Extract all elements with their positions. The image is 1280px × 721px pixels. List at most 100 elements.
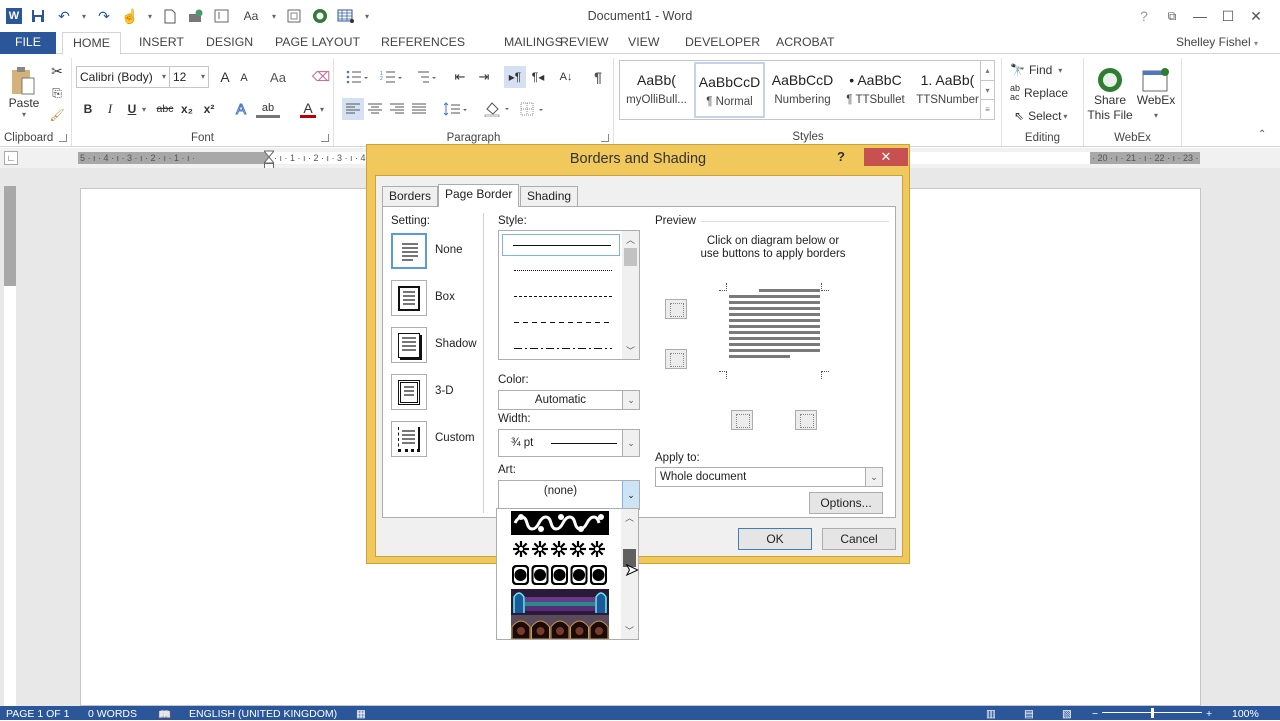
style-option-dashed-small[interactable]	[502, 286, 620, 308]
rtl-paragraph-icon[interactable]: ¶◂	[528, 68, 548, 86]
font-color-button[interactable]: A	[300, 100, 316, 118]
cancel-button[interactable]: Cancel	[822, 528, 896, 550]
style-ttsnumber[interactable]: 1. AaBb(TTSNumber	[912, 62, 983, 118]
color-select[interactable]: Automatic ⌄	[498, 390, 640, 410]
style-normal[interactable]: AaBbCcD ¶ Normal	[694, 62, 765, 118]
proofing-icon[interactable]: 📖	[158, 708, 171, 721]
options-button[interactable]: Options...	[809, 492, 883, 514]
bottom-border-button[interactable]	[665, 349, 687, 369]
indent-marker[interactable]	[262, 150, 276, 170]
ltr-paragraph-icon[interactable]: ▸¶	[504, 66, 526, 88]
setting-custom-button[interactable]	[391, 421, 427, 457]
art-option-faces-blocks[interactable]	[511, 563, 609, 587]
zoom-in-icon[interactable]: +	[1206, 708, 1212, 720]
copy-icon[interactable]: ⎘	[48, 84, 66, 102]
tab-page-border[interactable]: Page Border	[438, 184, 520, 207]
select-button[interactable]: ⇖ Select ▾	[1014, 106, 1082, 126]
style-option-solid[interactable]	[502, 234, 620, 256]
language[interactable]: ENGLISH (UNITED KINGDOM)	[189, 708, 337, 720]
zoom-slider-thumb[interactable]	[1151, 708, 1154, 718]
font-launcher-icon[interactable]	[321, 134, 329, 142]
width-select[interactable]: ¾ pt ⌄	[498, 429, 640, 457]
paragraph-launcher-icon[interactable]	[601, 134, 609, 142]
show-marks-button[interactable]: ¶	[590, 68, 606, 86]
style-ttsbullet[interactable]: • AaBbC ¶ TTSbullet	[840, 62, 911, 118]
scroll-down-icon[interactable]: ﹀	[621, 624, 638, 637]
zoom-out-icon[interactable]: −	[1092, 708, 1098, 720]
preview-diagram[interactable]	[719, 283, 829, 379]
help-icon[interactable]: ?	[1130, 6, 1158, 26]
style-numbering[interactable]: AaBbCcD Numbering	[767, 62, 838, 118]
font-size-combo[interactable]: 12 ▾	[169, 66, 209, 88]
vertical-ruler[interactable]	[4, 186, 16, 706]
subscript-button[interactable]: x₂	[178, 100, 196, 118]
page-count[interactable]: PAGE 1 OF 1	[6, 708, 69, 720]
align-left-button[interactable]	[342, 98, 364, 120]
increase-indent-icon[interactable]: ⇥	[474, 68, 494, 86]
art-option-gothic-arches[interactable]	[511, 589, 609, 615]
more-styles-icon[interactable]: ≡	[981, 99, 994, 118]
minimize-icon[interactable]: —	[1186, 6, 1214, 26]
tab-design[interactable]: DESIGN	[196, 32, 263, 54]
highlight-button[interactable]: ab	[256, 100, 280, 118]
share-this-file-button[interactable]: Share This File	[1086, 62, 1134, 128]
art-option-asterisk-stars[interactable]	[511, 537, 609, 561]
style-option-dash-dot[interactable]	[502, 338, 620, 360]
zoom-level[interactable]: 100%	[1232, 708, 1259, 720]
font-name-combo[interactable]: Calibri (Body) ▾	[76, 66, 170, 88]
setting-none-label[interactable]: None	[435, 244, 463, 256]
chevron-down-icon[interactable]: ▾	[140, 100, 148, 118]
shrink-font-button[interactable]: A	[236, 70, 252, 86]
multilevel-list-button[interactable]	[410, 68, 440, 86]
art-select[interactable]: (none) ⌄	[498, 480, 640, 510]
tab-insert[interactable]: INSERT	[129, 32, 194, 54]
text-effects-button[interactable]: A	[232, 100, 250, 118]
cut-icon[interactable]: ✂	[48, 62, 66, 80]
clipboard-launcher-icon[interactable]	[59, 134, 67, 142]
setting-3d-label[interactable]: 3-D	[435, 385, 454, 397]
scroll-up-icon[interactable]: ▴	[981, 61, 994, 80]
collapse-ribbon-icon[interactable]: ⌃	[1258, 129, 1266, 140]
setting-none-button[interactable]	[391, 233, 427, 269]
numbering-button[interactable]: 12	[376, 68, 406, 86]
top-border-button[interactable]	[665, 299, 687, 319]
webex-button[interactable]: WebEx ▾	[1136, 62, 1176, 128]
tab-shading[interactable]: Shading	[520, 186, 579, 206]
replace-button[interactable]: ab ac Replace	[1010, 83, 1082, 103]
superscript-button[interactable]: x²	[200, 100, 218, 118]
scroll-up-icon[interactable]: ︿	[622, 233, 639, 246]
maximize-icon[interactable]: ☐	[1214, 6, 1242, 26]
find-button[interactable]: 🔭 Find ▾	[1010, 60, 1078, 80]
shading-button[interactable]	[482, 98, 512, 120]
ok-button[interactable]: OK	[738, 528, 812, 550]
close-icon[interactable]: ✕	[1242, 6, 1270, 26]
chevron-down-icon[interactable]: ▾	[318, 100, 326, 118]
print-layout-icon[interactable]: ▤	[1024, 708, 1034, 720]
tab-review[interactable]: REVIEW	[550, 32, 619, 54]
italic-button[interactable]: I	[102, 100, 118, 118]
setting-3d-button[interactable]	[391, 374, 427, 410]
underline-button[interactable]: U	[124, 100, 140, 118]
tab-page-layout[interactable]: PAGE LAYOUT	[265, 32, 370, 54]
strikethrough-button[interactable]: abc	[154, 100, 176, 118]
setting-box-label[interactable]: Box	[435, 291, 455, 303]
tab-file[interactable]: FILE	[0, 32, 56, 54]
sort-button[interactable]: A↓	[556, 68, 576, 86]
left-border-button[interactable]	[731, 410, 753, 430]
read-mode-icon[interactable]: ▥	[986, 708, 996, 720]
border-style-list[interactable]: ︿ ﹀	[498, 230, 640, 360]
tab-acrobat[interactable]: ACROBAT	[766, 32, 845, 54]
change-case-button[interactable]: Aa	[268, 68, 288, 86]
tab-home[interactable]: HOME	[62, 32, 121, 55]
tab-developer[interactable]: DEVELOPER	[675, 32, 770, 54]
art-option-gilded-arches[interactable]	[511, 615, 609, 639]
scroll-thumb[interactable]	[624, 248, 637, 266]
apply-to-select[interactable]: Whole document ⌄	[655, 467, 883, 487]
grow-font-button[interactable]: A	[216, 68, 234, 86]
ribbon-display-options-icon[interactable]: ⧉	[1158, 6, 1186, 26]
setting-box-button[interactable]	[391, 280, 427, 316]
paste-button[interactable]: Paste ▾	[6, 62, 42, 122]
user-account[interactable]: Shelley Fishel ▾	[1176, 35, 1258, 49]
dialog-close-icon[interactable]: ✕	[864, 148, 908, 166]
art-dropdown-list[interactable]: ︿ ﹀	[496, 508, 639, 640]
